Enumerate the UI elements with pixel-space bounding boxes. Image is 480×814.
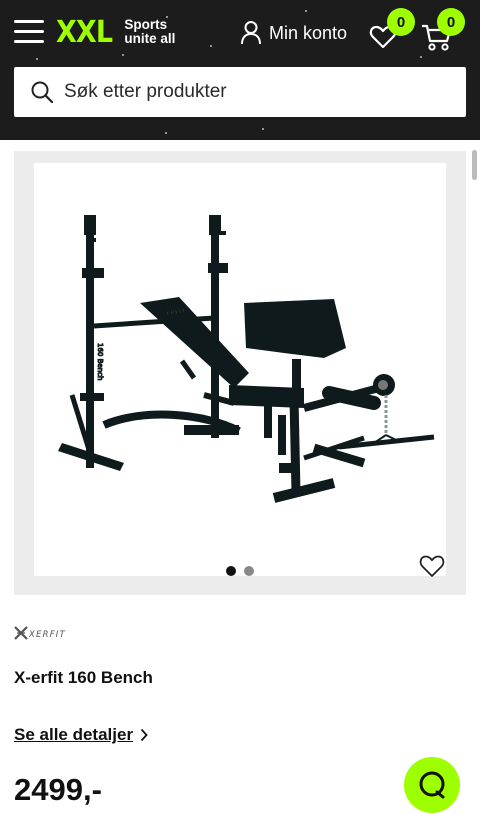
xerfit-logo: XERFIT [14,626,66,640]
chevron-right-icon [140,728,148,742]
brand-logo[interactable]: XERFIT [14,624,76,642]
wishlist-count-badge: 0 [387,8,415,36]
product-price: 2499,- [14,772,102,807]
site-header: XXL Sports unite all Min konto 0 0 [0,0,480,140]
svg-text:160 Bench: 160 Bench [96,343,104,380]
product-image-gallery[interactable]: XERFIT 160 Bench [14,151,466,595]
search-bar[interactable] [14,67,466,117]
svg-text:XERFIT: XERFIT [28,630,66,640]
see-all-details-link[interactable]: Se alle detaljer [14,725,148,745]
my-account-link[interactable]: Min konto [240,18,347,48]
menu-button[interactable] [14,20,44,44]
chat-button[interactable] [404,757,460,813]
xxl-logo[interactable]: XXL Sports unite all [56,14,175,50]
chat-icon [419,771,445,799]
heart-icon [419,555,445,577]
my-account-label: Min konto [269,22,348,43]
page-scrollbar[interactable] [472,150,477,180]
gallery-pagination [226,566,254,576]
product-title: X-erfit 160 Bench [14,668,153,687]
search-icon [31,81,54,104]
cart-count-badge: 0 [437,8,465,36]
weight-bench-illustration: XERFIT 160 Bench [58,215,435,503]
user-icon [241,21,261,45]
product-image[interactable]: XERFIT 160 Bench [34,163,446,576]
logo-mark: XXL [56,14,113,50]
add-to-wishlist-button[interactable] [418,553,446,579]
see-all-details-label: Se alle detaljer [14,725,134,744]
search-input[interactable] [64,81,444,103]
logo-tagline: Sports unite all [124,17,176,46]
gallery-dot-1[interactable] [226,566,236,576]
gallery-dot-2[interactable] [244,566,254,576]
